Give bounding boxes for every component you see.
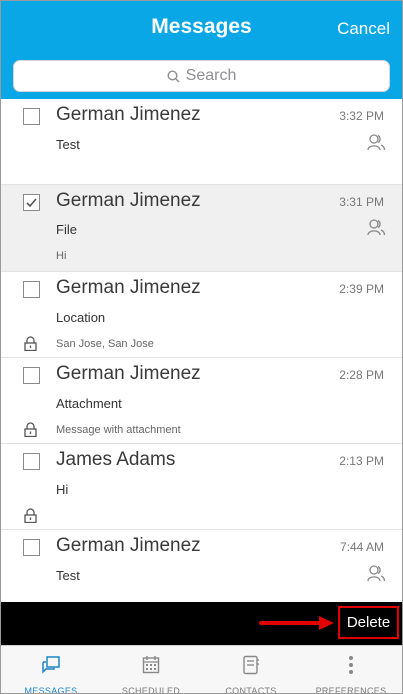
checkbox-checked[interactable] — [23, 194, 40, 211]
message-time: 2:39 PM — [339, 282, 384, 296]
group-icon — [367, 134, 386, 151]
message-list[interactable]: German Jimenez 3:32 PM Test German Jimen… — [1, 99, 402, 602]
checkbox-unchecked[interactable] — [23, 281, 40, 298]
message-subject: Location — [56, 310, 106, 325]
message-time: 3:31 PM — [339, 195, 384, 209]
cancel-button[interactable]: Cancel — [337, 19, 390, 39]
search-bar: Search — [1, 56, 402, 99]
message-row[interactable]: James Adams 2:13 PM Hi — [1, 444, 402, 530]
group-icon — [367, 219, 386, 236]
message-preview: Hi — [56, 250, 67, 262]
lock-icon — [24, 336, 37, 351]
nav-header: Messages Cancel — [1, 1, 402, 56]
tab-label: MESSAGES — [24, 686, 78, 694]
checkbox-unchecked[interactable] — [23, 367, 40, 384]
search-input[interactable]: Search — [13, 60, 390, 92]
arrow-right-icon — [259, 616, 334, 630]
message-row-selected[interactable]: German Jimenez 3:31 PM File Hi — [1, 185, 402, 272]
delete-button[interactable]: Delete — [338, 606, 399, 639]
message-time: 2:28 PM — [339, 368, 384, 382]
search-placeholder: Search — [185, 67, 237, 84]
sender-name: James Adams — [56, 449, 176, 470]
tab-bar: MESSAGES SCHEDULED CONTACTS PREFERENCES — [1, 645, 402, 694]
message-row[interactable]: German Jimenez 7:44 AM Test — [1, 530, 402, 602]
search-icon — [167, 69, 180, 82]
message-subject: Attachment — [56, 396, 122, 411]
tab-messages[interactable]: MESSAGES — [1, 646, 101, 694]
action-bar: Delete — [1, 602, 402, 645]
message-row[interactable]: German Jimenez 2:28 PM Attachment Messag… — [1, 358, 402, 444]
sender-name: German Jimenez — [56, 363, 201, 384]
lock-icon — [24, 508, 37, 523]
message-subject: File — [56, 222, 77, 237]
group-icon — [367, 565, 386, 582]
message-preview: San Jose, San Jose — [56, 338, 154, 350]
checkbox-unchecked[interactable] — [23, 539, 40, 556]
sender-name: German Jimenez — [56, 535, 201, 556]
checkbox-unchecked[interactable] — [23, 108, 40, 125]
message-row[interactable]: German Jimenez 3:32 PM Test — [1, 99, 402, 185]
tab-contacts[interactable]: CONTACTS — [201, 646, 301, 694]
contacts-icon — [243, 655, 259, 675]
calendar-icon — [142, 656, 160, 674]
more-icon — [349, 656, 353, 674]
sender-name: German Jimenez — [56, 104, 201, 125]
message-subject: Test — [56, 137, 80, 152]
tab-scheduled[interactable]: SCHEDULED — [101, 646, 201, 694]
message-time: 2:13 PM — [339, 454, 384, 468]
message-preview: Message with attachment — [56, 424, 181, 436]
tab-label: CONTACTS — [225, 686, 277, 694]
message-row[interactable]: German Jimenez 2:39 PM Location San Jose… — [1, 272, 402, 358]
message-time: 3:32 PM — [339, 109, 384, 123]
tab-preferences[interactable]: PREFERENCES — [301, 646, 401, 694]
message-subject: Hi — [56, 482, 69, 497]
sender-name: German Jimenez — [56, 190, 201, 211]
sender-name: German Jimenez — [56, 277, 201, 298]
checkmark-icon — [26, 198, 37, 208]
checkbox-unchecked[interactable] — [23, 453, 40, 470]
tab-label: SCHEDULED — [121, 686, 181, 694]
messages-icon — [42, 656, 60, 674]
lock-icon — [24, 422, 37, 437]
message-subject: Test — [56, 568, 80, 583]
message-time: 7:44 AM — [339, 540, 384, 554]
tab-label: PREFERENCES — [315, 686, 387, 694]
app-frame: Messages Cancel Search German Jimenez 3:… — [0, 0, 403, 694]
